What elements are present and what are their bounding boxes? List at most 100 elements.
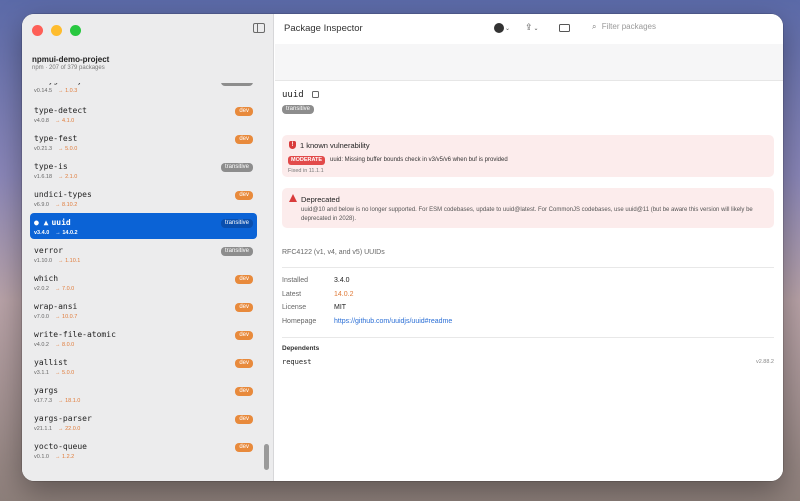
share-button[interactable]: ⇪⌄ <box>525 22 539 36</box>
main-panel: Package Inspector ⌄ ⇪⌄ ⌕ Filter packages… <box>275 14 783 481</box>
package-latest: → 8.10.2 <box>54 202 78 208</box>
package-latest: → 8.0.0 <box>54 342 75 348</box>
window-controls <box>32 25 81 36</box>
open-folder-button[interactable] <box>559 22 570 36</box>
dependent-version: v2.88.2 <box>755 359 774 365</box>
status-badge: transitive <box>220 219 253 228</box>
package-name: wrap-ansi <box>34 302 78 311</box>
package-version: v3.1.1 <box>34 370 49 376</box>
package-latest: → 22.0.0 <box>58 426 81 432</box>
package-list: tinyglobby v0.14.5 → 1.0.3 transitive typ… <box>30 83 260 473</box>
package-latest: → 1.0.3 <box>58 88 78 94</box>
package-latest: → 1.10.1 <box>58 258 81 264</box>
dependent-name[interactable]: request <box>282 358 312 366</box>
status-badge: dev <box>235 303 253 312</box>
minimize-window-button[interactable] <box>51 25 62 36</box>
status-badge: dev <box>235 107 253 116</box>
package-name: yargs-parser <box>34 414 92 423</box>
security-warning-icon: ● ▲ <box>34 218 49 227</box>
package-name: uuid <box>51 218 71 227</box>
status-badge: dev <box>235 415 253 424</box>
deprecation-message: uuid@10 and below is no longer supported… <box>301 207 753 222</box>
search-placeholder: Filter packages <box>601 22 656 31</box>
toolbar: Package Inspector ⌄ ⇪⌄ ⌕ Filter packages <box>275 14 783 44</box>
list-item[interactable]: yargs v17.7.3 → 18.1.0 dev <box>30 381 257 407</box>
sidebar-scrollbar[interactable] <box>264 444 269 470</box>
installed-version: 3.4.0 <box>334 277 350 284</box>
package-latest: → 5.0.0 <box>54 370 75 376</box>
package-name: yallist <box>34 358 68 367</box>
package-name: tinyglobby <box>34 83 253 86</box>
list-item[interactable]: type-detect v4.0.8 → 4.1.0 dev <box>30 101 257 127</box>
package-latest: → 4.1.0 <box>54 118 75 124</box>
license-value: MIT <box>334 304 347 311</box>
folder-icon <box>559 23 570 32</box>
divider <box>282 337 774 338</box>
vulnerability-description[interactable]: uuid: Missing buffer bounds check in v3/… <box>330 157 508 163</box>
list-item-selected[interactable]: ● ▲ uuid v3.4.0 → 14.0.2 transitive <box>30 213 257 239</box>
sidebar-toggle-icon[interactable] <box>253 23 265 33</box>
status-badge: dev <box>235 359 253 368</box>
package-name: write-file-atomic <box>34 330 116 339</box>
zoom-window-button[interactable] <box>70 25 81 36</box>
close-window-button[interactable] <box>32 25 43 36</box>
package-version: v1.6.18 <box>34 174 53 180</box>
list-item[interactable]: yallist v3.1.1 → 5.0.0 dev <box>30 353 257 379</box>
package-latest: → 14.0.2 <box>55 230 78 236</box>
list-item[interactable]: tinyglobby v0.14.5 → 1.0.3 transitive <box>30 83 257 97</box>
external-link-icon[interactable] <box>312 91 319 98</box>
status-badge: dev <box>235 135 253 144</box>
app-window: npmui-demo-project npm · 207 of 379 pack… <box>22 14 783 481</box>
header-band <box>275 44 783 81</box>
detail-badge: transitive <box>282 105 315 114</box>
divider <box>282 267 774 268</box>
package-name: type-detect <box>34 106 87 115</box>
list-item[interactable]: undici-types v6.9.0 → 8.10.2 dev <box>30 185 257 211</box>
package-name: type-fest <box>34 134 78 143</box>
status-badge: transitive <box>220 247 253 256</box>
package-name: undici-types <box>34 190 92 199</box>
sidebar: npmui-demo-project npm · 207 of 379 pack… <box>22 14 274 481</box>
list-item[interactable]: wrap-ansi v7.0.0 → 10.0.7 dev <box>30 297 257 323</box>
deprecation-title: Deprecated <box>301 195 340 204</box>
status-badge: dev <box>235 275 253 284</box>
list-item[interactable]: yocto-queue v0.1.0 → 1.2.2 dev <box>30 437 257 463</box>
severity-badge: MODERATE <box>288 156 326 165</box>
status-badge: dev <box>235 191 253 200</box>
field-label: Homepage <box>282 318 317 325</box>
github-menu-button[interactable]: ⌄ <box>494 22 510 36</box>
package-version: v0.21.3 <box>34 146 53 152</box>
package-latest: → 5.0.0 <box>58 146 78 152</box>
vulnerability-alert: ! 1 known vulnerability MODERATE uuid: M… <box>282 135 774 177</box>
package-version: v4.0.2 <box>34 342 49 348</box>
search-input[interactable]: ⌕ Filter packages <box>592 22 656 32</box>
package-latest: → 1.2.2 <box>54 454 75 460</box>
package-latest: → 10.0.7 <box>54 314 78 320</box>
shield-icon: ! <box>289 141 296 149</box>
package-version: v3.4.0 <box>34 230 50 236</box>
list-item[interactable]: write-file-atomic v4.0.2 → 8.0.0 dev <box>30 325 257 351</box>
share-icon: ⇪ <box>525 22 533 32</box>
homepage-link[interactable]: https://github.com/uuidjs/uuid#readme <box>334 318 452 325</box>
window-title: Package Inspector <box>284 23 363 34</box>
package-version: v17.7.3 <box>34 398 53 404</box>
status-badge: dev <box>235 443 253 452</box>
package-latest: → 18.1.0 <box>58 398 81 404</box>
package-version: v21.1.1 <box>34 426 53 432</box>
chevron-down-icon: ⌄ <box>505 26 511 32</box>
package-name: yargs <box>34 386 59 395</box>
package-latest: → 7.0.0 <box>54 286 75 292</box>
list-item[interactable]: which v2.0.2 → 7.0.0 dev <box>30 269 257 295</box>
status-badge: dev <box>235 331 253 340</box>
project-subtitle: npm · 207 of 379 packages <box>32 65 105 71</box>
status-badge: dev <box>235 387 253 396</box>
list-item[interactable]: type-fest v0.21.3 → 5.0.0 dev <box>30 129 257 155</box>
status-badge: transitive <box>220 163 253 172</box>
package-version: v0.14.5 <box>34 88 53 94</box>
package-name: which <box>34 274 59 283</box>
list-item[interactable]: type-is v1.6.18 → 2.1.0 transitive <box>30 157 257 183</box>
list-item[interactable]: verror v1.10.0 → 1.10.1 transitive <box>30 241 257 267</box>
field-label: Installed <box>282 277 309 284</box>
package-version: v7.0.0 <box>34 314 49 320</box>
list-item[interactable]: yargs-parser v21.1.1 → 22.0.0 dev <box>30 409 257 435</box>
